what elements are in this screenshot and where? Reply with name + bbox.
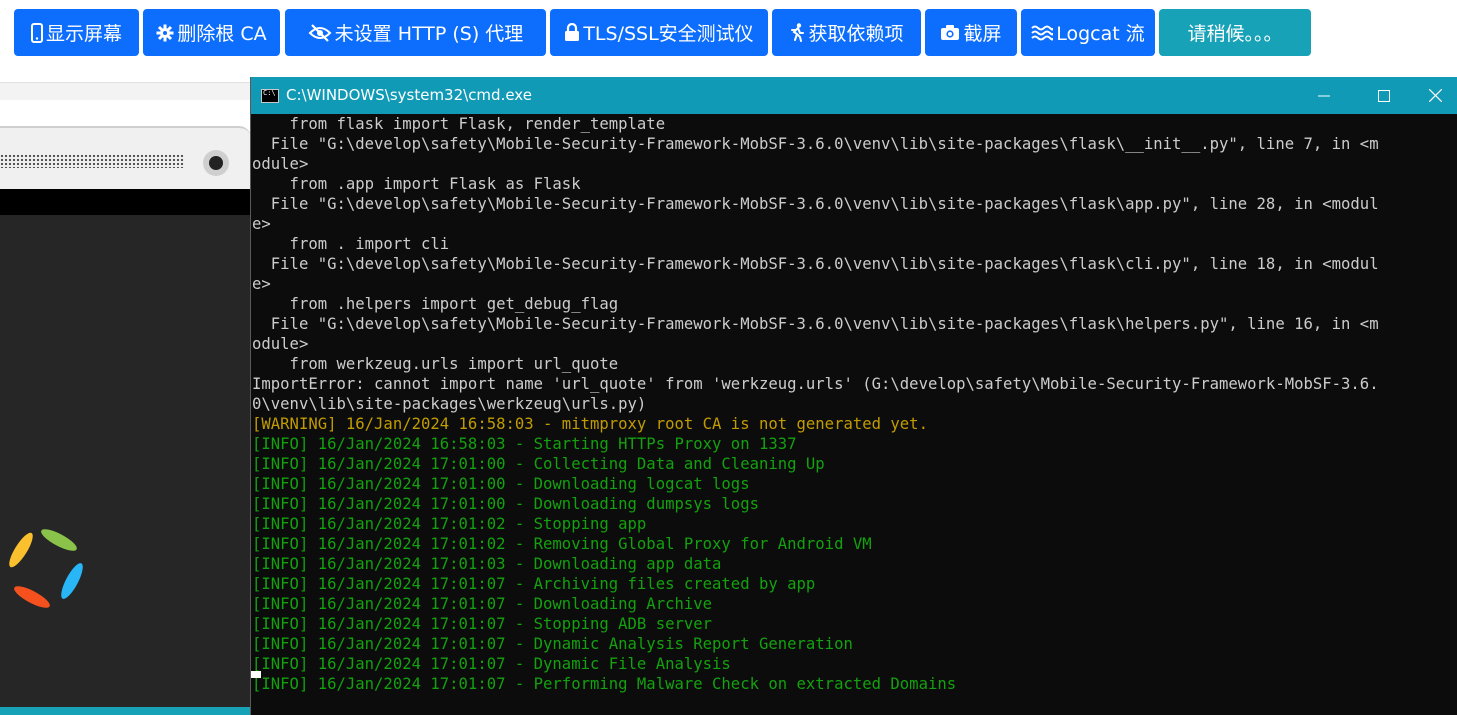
maximize-button[interactable] [1355, 77, 1413, 114]
show-screen-button[interactable]: 显示屏幕 [14, 9, 139, 56]
console-line: File "G:\develop\safety\Mobile-Security-… [252, 315, 1379, 333]
console-line: [INFO] 16/Jan/2024 17:01:00 - Downloadin… [252, 475, 750, 493]
console-line: ImportError: cannot import name 'url_quo… [252, 375, 1379, 393]
running-icon [789, 23, 805, 42]
device-bezel [0, 189, 251, 215]
device-screen[interactable] [0, 215, 251, 707]
console-line: e> [252, 275, 271, 293]
please-wait-label: 请稍候。。。 [1187, 23, 1283, 45]
device-top-bezel [0, 126, 251, 191]
delete-root-ca-button[interactable]: 删除根 CA [143, 9, 280, 56]
console-line: [INFO] 16/Jan/2024 16:58:03 - Starting H… [252, 435, 797, 453]
front-camera-icon [203, 150, 229, 176]
console-line: [INFO] 16/Jan/2024 17:01:03 - Downloadin… [252, 555, 722, 573]
console-line: [INFO] 16/Jan/2024 17:01:07 - Dynamic Fi… [252, 655, 731, 673]
http-proxy-button[interactable]: 未设置 HTTP (S) 代理 [285, 9, 546, 56]
tls-ssl-tester-button[interactable]: TLS/SSL安全测试仪 [550, 9, 768, 56]
console-line: from werkzeug.urls import url_quote [252, 355, 619, 373]
console-line: from .helpers import get_debug_flag [252, 295, 619, 313]
android-boot-logo-icon [9, 529, 83, 608]
console-line: e> [252, 215, 271, 233]
tls-ssl-tester-label: TLS/SSL安全测试仪 [583, 23, 754, 45]
console-line: from .app import Flask as Flask [252, 175, 581, 193]
cmd-console-output[interactable]: from flask import Flask, render_template… [251, 114, 1457, 715]
console-line: from . import cli [252, 235, 450, 253]
console-line: [WARNING] 16/Jan/2024 16:58:03 - mitmpro… [252, 415, 928, 433]
console-line: from flask import Flask, render_template [252, 115, 666, 133]
console-line: [INFO] 16/Jan/2024 17:01:02 - Stopping a… [252, 515, 647, 533]
eye-slash-icon [308, 23, 332, 42]
show-screen-label: 显示屏幕 [45, 23, 122, 45]
screenshot-label: 截屏 [963, 23, 1002, 45]
device-preview[interactable] [0, 100, 251, 715]
cmd-window-title: C:\WINDOWS\system32\cmd.exe [286, 86, 532, 104]
close-button[interactable] [1413, 77, 1457, 114]
console-line: File "G:\develop\safety\Mobile-Security-… [252, 195, 1379, 213]
cmd-app-icon [261, 89, 279, 103]
lock-icon [564, 23, 580, 42]
console-line: [INFO] 16/Jan/2024 17:01:00 - Collecting… [252, 455, 825, 473]
logcat-stream-button[interactable]: Logcat 流 [1021, 9, 1155, 56]
console-line: [INFO] 16/Jan/2024 17:01:00 - Downloadin… [252, 495, 759, 513]
screenshot-button[interactable]: 截屏 [925, 9, 1017, 56]
console-line: 0\venv\lib\site-packages\werkzeug\urls.p… [252, 395, 647, 413]
console-line: [INFO] 16/Jan/2024 17:01:07 - Dynamic An… [252, 635, 853, 653]
cmd-window[interactable]: C:\WINDOWS\system32\cmd.exe from flask i… [250, 77, 1457, 715]
console-line: [INFO] 16/Jan/2024 17:01:07 - Downloadin… [252, 595, 713, 613]
console-line: File "G:\develop\safety\Mobile-Security-… [252, 255, 1379, 273]
action-toolbar: 显示屏幕 删除根 CA 未设置 HTTP (S) 代理 TLS/SSL安全测试仪… [0, 0, 1457, 82]
cmd-cursor [251, 671, 261, 678]
cmd-titlebar[interactable]: C:\WINDOWS\system32\cmd.exe [251, 77, 1457, 114]
console-line: [INFO] 16/Jan/2024 17:01:07 - Performing… [252, 675, 957, 693]
camera-icon [940, 24, 960, 41]
device-bottom-bar [0, 707, 251, 715]
gear-icon [156, 24, 174, 42]
console-line: [INFO] 16/Jan/2024 17:01:07 - Stopping A… [252, 615, 713, 633]
console-line: [INFO] 16/Jan/2024 17:01:07 - Archiving … [252, 575, 816, 593]
delete-root-ca-label: 删除根 CA [177, 23, 267, 45]
minimize-button[interactable] [1298, 77, 1350, 114]
speaker-grille [0, 154, 184, 168]
please-wait-button[interactable]: 请稍候。。。 [1159, 9, 1311, 56]
minimize-icon [1318, 95, 1330, 96]
get-dependencies-label: 获取依赖项 [808, 23, 904, 45]
http-proxy-label: 未设置 HTTP (S) 代理 [334, 23, 524, 45]
console-line: odule> [252, 155, 309, 173]
mobile-icon [30, 22, 43, 43]
console-line: [INFO] 16/Jan/2024 17:01:02 - Removing G… [252, 535, 872, 553]
stream-icon [1031, 25, 1054, 41]
close-icon [1429, 89, 1442, 102]
get-dependencies-button[interactable]: 获取依赖项 [772, 9, 921, 56]
console-line: odule> [252, 335, 309, 353]
console-line: File "G:\develop\safety\Mobile-Security-… [252, 135, 1379, 153]
maximize-icon [1378, 89, 1390, 102]
logcat-stream-label: Logcat 流 [1056, 23, 1145, 45]
